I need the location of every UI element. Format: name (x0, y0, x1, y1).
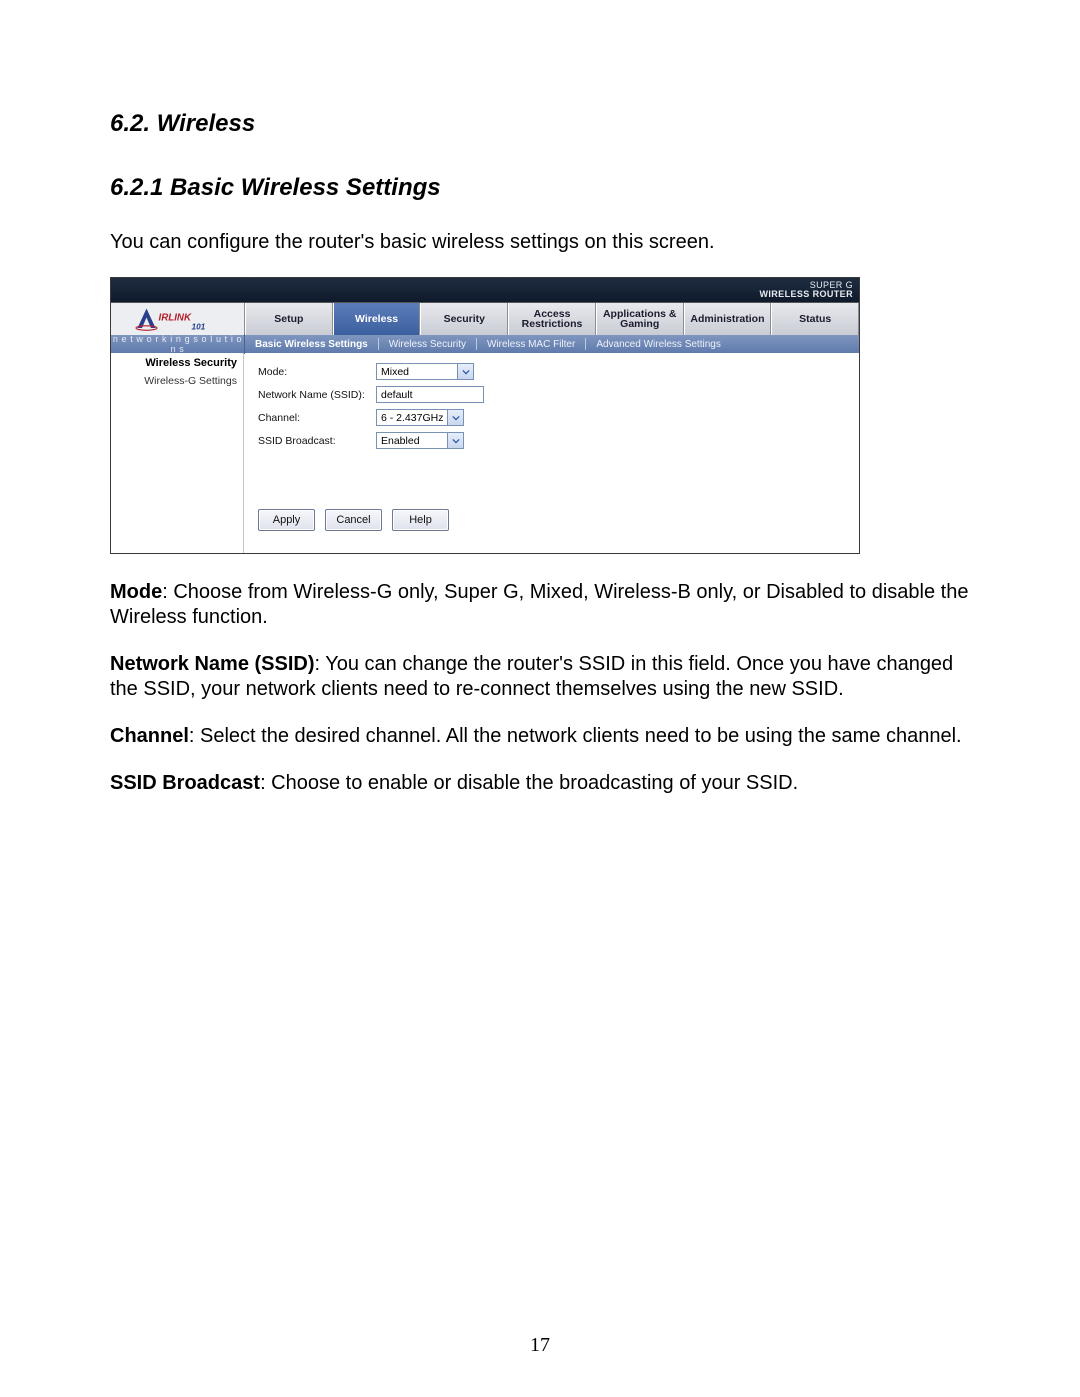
sub-tabs: n e t w o r k i n g s o l u t i o n s Ba… (111, 335, 859, 353)
channel-label: Channel: (258, 412, 376, 424)
channel-paragraph: Channel: Select the desired channel. All… (110, 724, 970, 749)
broadcast-desc: : Choose to enable or disable the broadc… (260, 772, 798, 794)
mode-label: Mode: (258, 366, 376, 378)
apply-button[interactable]: Apply (258, 509, 315, 531)
subtab-basic-wireless[interactable]: Basic Wireless Settings (245, 339, 378, 350)
svg-text:101: 101 (191, 323, 205, 332)
help-button[interactable]: Help (392, 509, 449, 531)
mode-value: Mixed (377, 366, 457, 378)
tab-status[interactable]: Status (771, 303, 859, 335)
airlink-logo-icon: IRLINK 101 (133, 305, 223, 333)
broadcast-value: Enabled (377, 435, 447, 447)
tab-wireless[interactable]: Wireless (333, 303, 421, 335)
channel-value: 6 - 2.437GHz (377, 412, 447, 424)
model-line2: WIRELESS ROUTER (759, 290, 853, 299)
ssid-paragraph: Network Name (SSID): You can change the … (110, 652, 970, 702)
subsection-heading: 6.2.1 Basic Wireless Settings (110, 174, 970, 202)
ssid-value: default (377, 389, 483, 401)
chevron-down-icon (447, 433, 463, 448)
channel-select[interactable]: 6 - 2.437GHz (376, 409, 464, 426)
form-area: Mode: Mixed Network Name (SSID): default (244, 353, 859, 553)
svg-text:IRLINK: IRLINK (158, 313, 191, 324)
button-row: Apply Cancel Help (258, 509, 845, 531)
broadcast-select[interactable]: Enabled (376, 432, 464, 449)
tab-apps-line2: Gaming (603, 319, 677, 330)
tab-security[interactable]: Security (420, 303, 508, 335)
section-heading: 6.2. Wireless (110, 110, 970, 138)
sidebar-item-wireless-g: Wireless-G Settings (111, 375, 237, 387)
sidebar-heading: Wireless Security (111, 357, 237, 369)
router-screenshot: SUPER G WIRELESS ROUTER IRLINK 101 Setup… (110, 277, 860, 554)
content-area: Wireless Security Wireless-G Settings Mo… (111, 353, 859, 553)
intro-paragraph: You can configure the router's basic wir… (110, 230, 970, 255)
chevron-down-icon (457, 364, 473, 379)
brand-slogan: n e t w o r k i n g s o l u t i o n s (111, 334, 245, 354)
subtab-mac-filter[interactable]: Wireless MAC Filter (477, 339, 585, 350)
subtab-advanced-wireless[interactable]: Advanced Wireless Settings (586, 339, 731, 350)
cancel-button[interactable]: Cancel (325, 509, 382, 531)
tab-setup[interactable]: Setup (245, 303, 333, 335)
broadcast-label: SSID Broadcast: (258, 435, 376, 447)
chevron-down-icon (447, 410, 463, 425)
channel-desc: : Select the desired channel. All the ne… (189, 725, 962, 747)
channel-term: Channel (110, 725, 189, 747)
page-number: 17 (0, 1334, 1080, 1357)
broadcast-term: SSID Broadcast (110, 772, 260, 794)
mode-term: Mode (110, 581, 162, 603)
model-label: SUPER G WIRELESS ROUTER (759, 281, 853, 299)
ssid-label: Network Name (SSID): (258, 389, 376, 401)
sidebar: Wireless Security Wireless-G Settings (111, 353, 244, 553)
tab-applications-gaming[interactable]: Applications & Gaming (596, 303, 684, 335)
ssid-term: Network Name (SSID) (110, 653, 315, 675)
router-topbar: SUPER G WIRELESS ROUTER (111, 278, 859, 302)
tab-administration[interactable]: Administration (684, 303, 772, 335)
mode-desc: : Choose from Wireless-G only, Super G, … (110, 581, 968, 628)
main-tabs: IRLINK 101 Setup Wireless Security Acces… (111, 302, 859, 335)
ssid-input[interactable]: default (376, 386, 484, 403)
mode-paragraph: Mode: Choose from Wireless-G only, Super… (110, 580, 970, 630)
subtab-wireless-security[interactable]: Wireless Security (379, 339, 476, 350)
brand-logo: IRLINK 101 (111, 303, 245, 335)
mode-select[interactable]: Mixed (376, 363, 474, 380)
broadcast-paragraph: SSID Broadcast: Choose to enable or disa… (110, 771, 970, 796)
tab-access-line2: Restrictions (522, 319, 583, 330)
tab-access-restrictions[interactable]: Access Restrictions (508, 303, 596, 335)
